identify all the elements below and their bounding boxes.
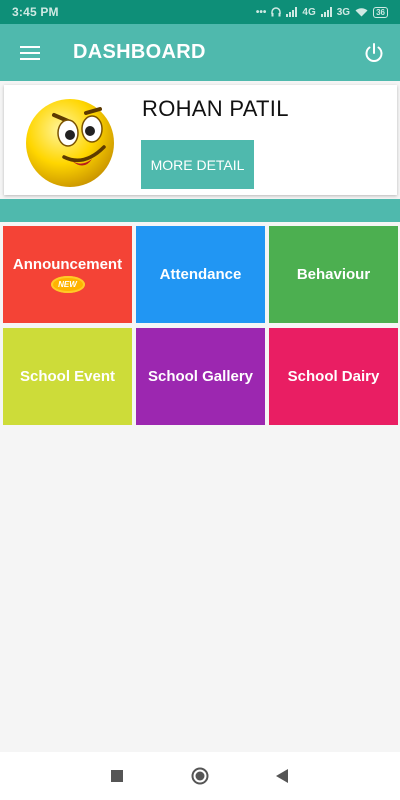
tile-label: School Dairy xyxy=(287,368,380,385)
app-bar: DASHBOARD xyxy=(0,24,400,81)
power-icon xyxy=(365,42,383,62)
tile-school-event[interactable]: School Event xyxy=(3,328,132,425)
tile-school-gallery[interactable]: School Gallery xyxy=(136,328,265,425)
home-button[interactable] xyxy=(180,752,220,800)
triangle-back-icon xyxy=(276,769,288,783)
hamburger-menu-icon xyxy=(20,45,40,60)
network-type-1: 4G xyxy=(302,6,316,18)
tile-announcement[interactable]: Announcement NEW xyxy=(3,226,132,323)
recents-button[interactable] xyxy=(97,752,137,800)
tile-label: Announcement xyxy=(12,256,123,273)
more-detail-button[interactable]: MORE DETAIL xyxy=(141,140,254,189)
battery-indicator: 36 xyxy=(373,6,388,18)
circle-home-icon xyxy=(191,767,209,785)
smiley-emoji-avatar xyxy=(26,99,114,187)
logout-button[interactable] xyxy=(348,24,400,81)
new-badge: NEW xyxy=(50,276,85,293)
profile-name: ROHAN PATIL xyxy=(142,96,289,121)
tile-label: Behaviour xyxy=(296,266,371,283)
signal-icon-2 xyxy=(320,7,332,17)
signal-icon-1 xyxy=(286,7,298,17)
network-type-2: 3G xyxy=(336,6,351,18)
status-icons: ••• 4G 3G 36 xyxy=(255,6,388,18)
page-title: DASHBOARD xyxy=(73,41,206,63)
section-divider xyxy=(0,199,400,222)
tile-attendance[interactable]: Attendance xyxy=(136,226,265,323)
tile-label: School Event xyxy=(19,368,116,385)
status-time: 3:45 PM xyxy=(12,5,59,19)
system-nav-bar xyxy=(0,752,400,800)
square-recents-icon xyxy=(111,770,123,782)
wifi-icon xyxy=(355,8,368,17)
status-bar: 3:45 PM ••• 4G 3G 36 xyxy=(0,0,400,24)
tile-label: Attendance xyxy=(159,266,242,283)
headphones-icon xyxy=(271,7,282,17)
menu-button[interactable] xyxy=(0,24,60,81)
back-button[interactable] xyxy=(262,752,302,800)
tile-school-dairy[interactable]: School Dairy xyxy=(269,328,398,425)
profile-card: ROHAN PATIL MORE DETAIL xyxy=(4,85,397,195)
notification-dots-icon: ••• xyxy=(255,6,267,18)
tile-label: School Gallery xyxy=(147,368,254,385)
tile-behaviour[interactable]: Behaviour xyxy=(269,226,398,323)
